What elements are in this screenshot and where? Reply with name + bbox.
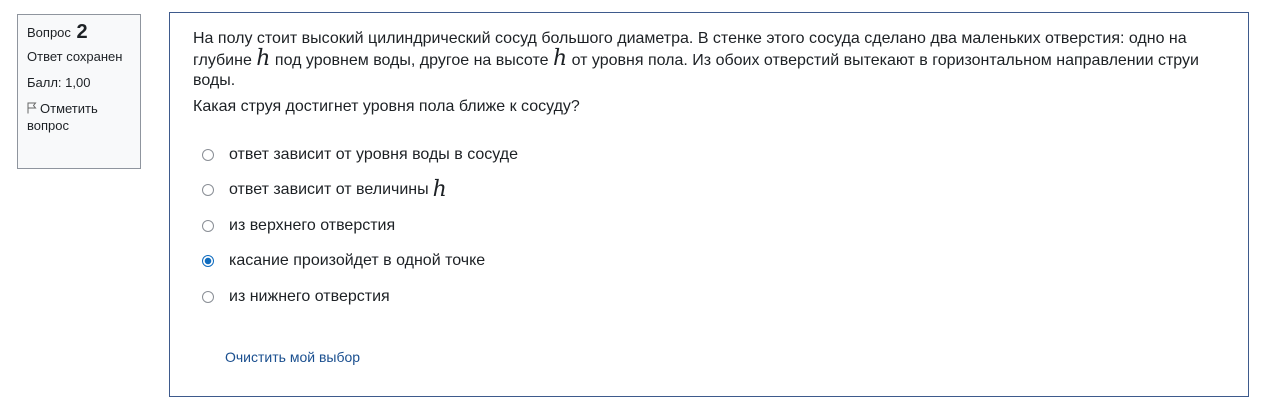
answer-label: ответ зависит от уровня воды в сосуде (229, 145, 518, 163)
answer-state: Ответ сохранен (27, 49, 123, 64)
question-content: На полу стоит высокий цилиндрический сос… (169, 12, 1249, 397)
answer-option-selected[interactable]: касание произойдет в одной точке (202, 244, 1225, 280)
question-number: Вопрос 2 (27, 21, 131, 43)
clear-choice-link[interactable]: Очистить мой выбор (225, 347, 360, 367)
math-variable-h: h (256, 46, 271, 71)
question-text: На полу стоит высокий цилиндрический сос… (193, 29, 1225, 117)
flag-question-label: Отметить вопрос (27, 101, 98, 133)
radio-button[interactable] (202, 290, 214, 303)
answer-label: касание произойдет в одной точке (229, 252, 486, 270)
answer-options: ответ зависит от уровня воды в сосуде от… (193, 137, 1225, 315)
answer-option[interactable]: ответ зависит от уровня воды в сосуде (202, 137, 1225, 173)
answer-option[interactable]: из верхнего отверстия (202, 208, 1225, 244)
question-prompt: Какая струя достигнет уровня пола ближе … (193, 98, 580, 115)
question-text-part-2: под уровнем воды, другое на высоте (270, 52, 553, 69)
question-number-value: 2 (76, 21, 88, 43)
answer-label: из верхнего отверстия (229, 216, 396, 234)
question-info-panel: Вопрос 2 Ответ сохранен Балл: 1,00 Отмет… (17, 14, 141, 169)
math-variable-h: h (552, 46, 568, 71)
question-grade: Балл: 1,00 (27, 75, 91, 90)
question-statement: На полу стоит высокий цилиндрический сос… (193, 29, 1225, 91)
math-variable-h: h (432, 177, 447, 203)
radio-button[interactable] (202, 148, 214, 161)
flag-question-button[interactable]: Отметить вопрос (27, 100, 131, 134)
radio-button-checked[interactable] (202, 255, 214, 268)
question-label: Вопрос (27, 25, 71, 40)
flag-icon (27, 102, 37, 114)
answer-option[interactable]: ответ зависит от величины h (202, 173, 1225, 209)
radio-button[interactable] (202, 184, 214, 197)
answer-option[interactable]: из нижнего отверстия (202, 279, 1225, 315)
answer-label: ответ зависит от величины (229, 181, 429, 199)
answer-label: из нижнего отверстия (229, 287, 390, 305)
radio-button[interactable] (202, 219, 214, 232)
